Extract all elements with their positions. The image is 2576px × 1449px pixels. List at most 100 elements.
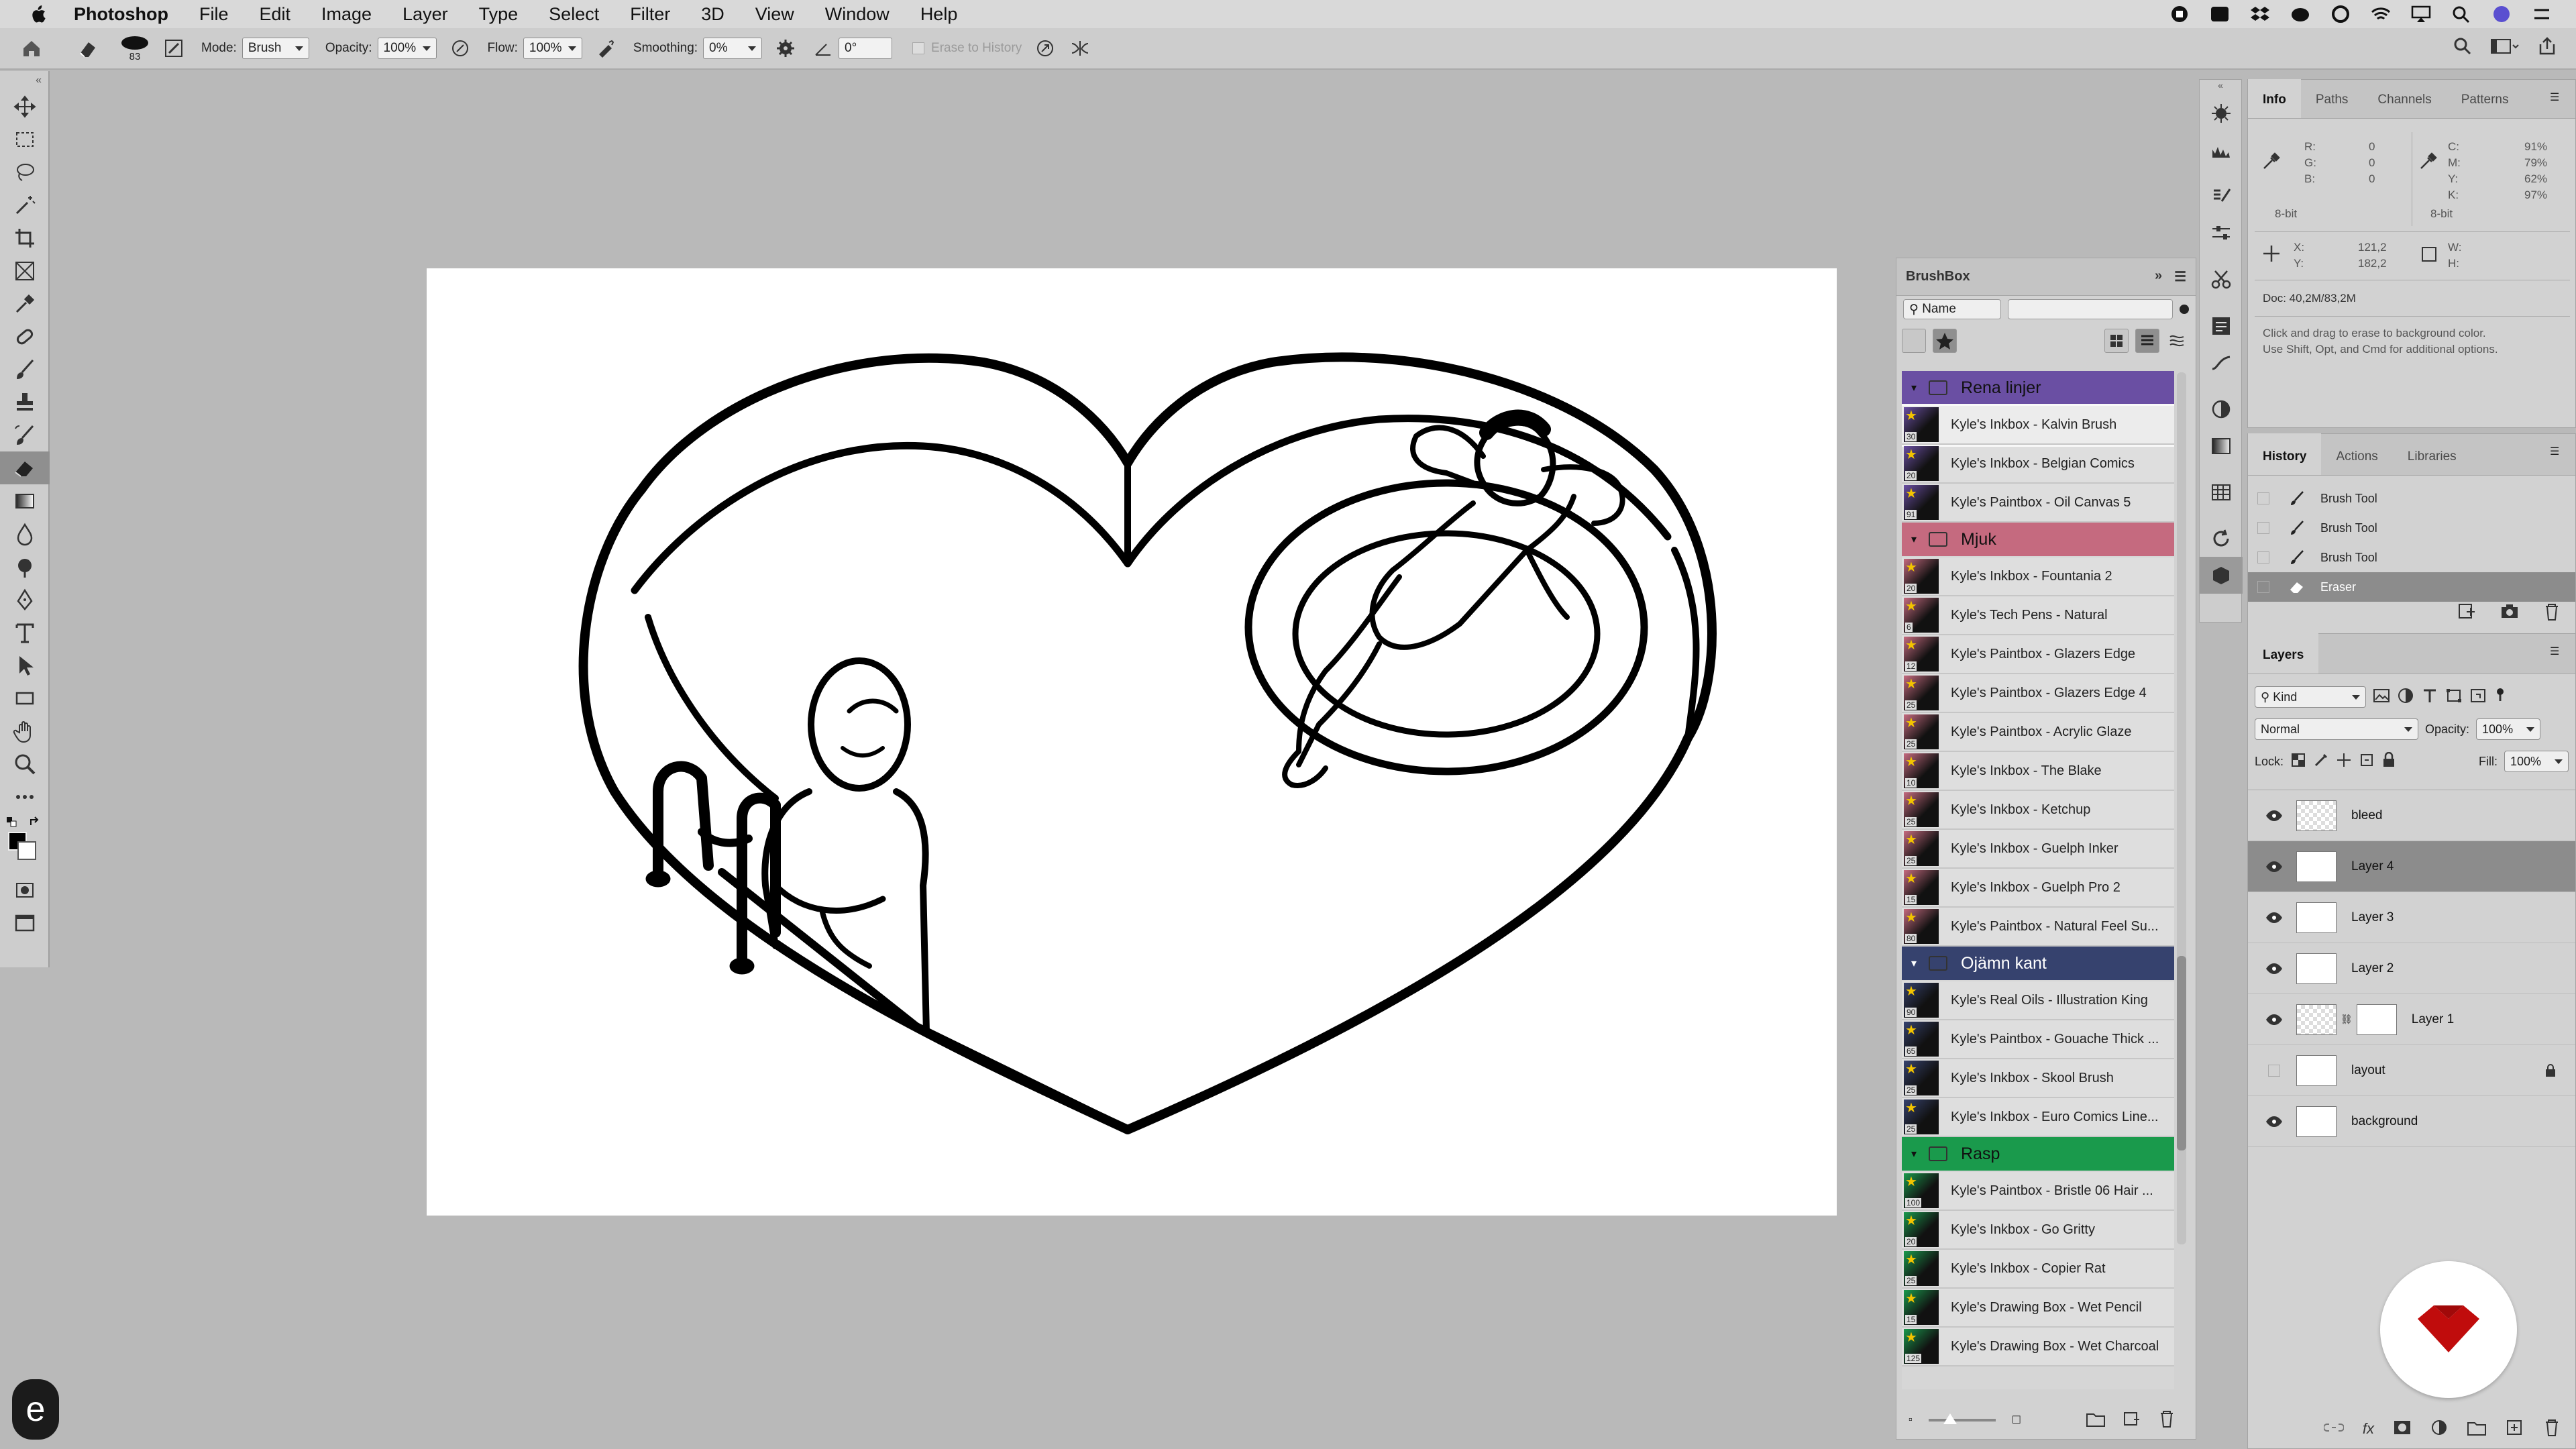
scissors-icon[interactable] <box>2200 261 2243 298</box>
3d-cube-icon[interactable] <box>2200 557 2243 594</box>
opacity-input[interactable]: 100% <box>377 38 437 59</box>
new-layer-icon[interactable] <box>2506 1419 2524 1440</box>
adjustments-sliders-icon[interactable] <box>2200 215 2243 252</box>
brush-item[interactable]: ★ 30 Kyle's Inkbox - Kalvin Brush <box>1902 404 2174 447</box>
menu-type[interactable]: Type <box>479 4 519 25</box>
strip-collapse-icon[interactable]: « <box>2200 80 2241 95</box>
history-item[interactable]: Brush Tool <box>2248 513 2575 543</box>
share-icon[interactable] <box>2537 36 2557 60</box>
layer-opacity-input[interactable]: 100% <box>2476 718 2541 740</box>
gear-status-icon[interactable] <box>2330 5 2351 23</box>
search-icon[interactable] <box>2451 5 2471 23</box>
pen-tool[interactable] <box>0 583 50 616</box>
brush-item[interactable]: ★ 90 Kyle's Real Oils - Illustration King <box>1902 981 2174 1020</box>
menu-window[interactable]: Window <box>825 4 890 25</box>
history-delete-icon[interactable] <box>2543 602 2561 625</box>
link-layers-icon[interactable] <box>2322 1419 2345 1439</box>
path-select-tool[interactable] <box>0 649 50 682</box>
default-colors-icon[interactable] <box>5 816 30 840</box>
dodge-tool[interactable] <box>0 550 50 583</box>
magic-wand-tool[interactable] <box>0 189 50 221</box>
eye-icon[interactable] <box>2265 1116 2283 1128</box>
brush-group-header[interactable]: ▾ Rena linjer <box>1902 371 2174 405</box>
eye-icon[interactable] <box>2265 912 2283 924</box>
swap-colors-icon[interactable] <box>28 816 52 840</box>
layer-row[interactable]: Layer 3 <box>2248 892 2575 943</box>
eye-icon[interactable] <box>2265 861 2283 873</box>
workspace-icon[interactable] <box>2490 36 2520 60</box>
siri-icon[interactable] <box>2491 5 2512 23</box>
wifi-icon[interactable] <box>2371 5 2391 23</box>
angle-input[interactable]: 0° <box>839 38 893 59</box>
flow-input[interactable]: 100% <box>523 38 582 59</box>
lock-all-icon[interactable] <box>2381 751 2396 771</box>
fx-icon[interactable]: fx <box>2363 1420 2374 1438</box>
brush-group-header[interactable]: ▾ Mjuk <box>1902 523 2174 556</box>
new-brush-icon[interactable] <box>2122 1410 2142 1431</box>
layer-row[interactable]: background <box>2248 1096 2575 1147</box>
brush-item[interactable]: ★ 125 Kyle's Drawing Box - Wet Charcoal <box>1902 1328 2174 1366</box>
history-item-selected[interactable]: Eraser <box>2248 572 2575 602</box>
zoom-tool[interactable] <box>0 747 50 780</box>
zoom-large-icon[interactable]: ☐ <box>2012 1413 2021 1427</box>
menu-help[interactable]: Help <box>920 4 958 25</box>
chevron-down-icon[interactable]: ▾ <box>1911 1147 1917 1161</box>
history-snapshot-checkbox[interactable] <box>2257 522 2269 534</box>
delete-icon[interactable] <box>2158 1409 2176 1432</box>
brush-item[interactable]: ★ 6 Kyle's Tech Pens - Natural <box>1902 596 2174 635</box>
brush-item[interactable]: ★ 10 Kyle's Inkbox - The Blake <box>1902 752 2174 791</box>
layer-row[interactable]: Layer 2 <box>2248 943 2575 994</box>
brush-item[interactable]: ★ 15 Kyle's Inkbox - Guelph Pro 2 <box>1902 869 2174 908</box>
blend-mode-select[interactable]: Normal <box>2255 718 2418 740</box>
lasso-tool[interactable] <box>0 156 50 189</box>
pressure-size-icon[interactable] <box>1034 37 1057 60</box>
info-panel-menu-icon[interactable]: ☰ <box>2550 91 2567 104</box>
brush-item[interactable]: ★ 25 Kyle's Inkbox - Euro Comics Line... <box>1902 1098 2174 1137</box>
brush-tool[interactable] <box>0 353 50 386</box>
menu-view[interactable]: View <box>755 4 794 25</box>
sort-select[interactable]: ⚲ Name <box>1903 299 2001 319</box>
healing-tool[interactable] <box>0 320 50 353</box>
menu-3d[interactable]: 3D <box>701 4 724 25</box>
favorites-star-icon[interactable] <box>1933 329 1957 353</box>
brush-item[interactable]: ★ 65 Kyle's Paintbox - Gouache Thick ... <box>1902 1020 2174 1059</box>
properties-icon[interactable] <box>2200 307 2243 344</box>
brush-profile-icon[interactable] <box>2200 344 2243 381</box>
tab-patterns[interactable]: Patterns <box>2447 93 2524 118</box>
tab-info[interactable]: Info <box>2248 79 2301 118</box>
home-icon[interactable] <box>20 37 43 60</box>
history-panel-menu-icon[interactable]: ☰ <box>2550 445 2567 458</box>
delete-layer-icon[interactable] <box>2543 1418 2561 1440</box>
menu-select[interactable]: Select <box>549 4 599 25</box>
eye-icon[interactable] <box>2265 963 2283 975</box>
menu-app-name[interactable]: Photoshop <box>74 4 168 25</box>
brush-settings-panel-icon[interactable] <box>2200 95 2243 131</box>
brush-item[interactable]: ★ 25 Kyle's Paintbox - Glazers Edge 4 <box>1902 674 2174 713</box>
smoothing-input[interactable]: 0% <box>703 38 763 59</box>
brush-group-header[interactable]: ▾ Rasp <box>1902 1137 2174 1171</box>
tab-actions[interactable]: Actions <box>2321 449 2392 475</box>
eraser-preset-icon[interactable] <box>76 37 99 60</box>
crop-tool[interactable] <box>0 221 50 254</box>
layer-row[interactable]: Layer 4 <box>2248 841 2575 892</box>
screen-icon[interactable] <box>2210 5 2230 23</box>
type-tool[interactable] <box>0 616 50 649</box>
tab-paths[interactable]: Paths <box>2301 93 2363 118</box>
new-folder-icon[interactable] <box>2086 1410 2106 1431</box>
eraser-tool[interactable] <box>0 451 50 484</box>
brush-item[interactable]: ★ 25 Kyle's Inkbox - Ketchup <box>1902 791 2174 830</box>
document-canvas[interactable] <box>427 268 1837 1216</box>
history-item[interactable]: Brush Tool <box>2248 543 2575 572</box>
brush-item[interactable]: ★ 12 Kyle's Paintbox - Glazers Edge <box>1902 635 2174 674</box>
chevron-down-icon[interactable]: ▾ <box>1911 957 1917 970</box>
gradient-tool[interactable] <box>0 484 50 517</box>
toolbar-collapse-icon[interactable]: « <box>0 71 48 90</box>
chevron-down-icon[interactable]: ▾ <box>1911 381 1917 394</box>
brushes-panel-icon[interactable] <box>2200 131 2243 168</box>
zoom-small-icon[interactable]: ▫ <box>1909 1414 1913 1426</box>
filter-smart-object-icon[interactable] <box>2469 688 2487 707</box>
new-group-icon[interactable] <box>2467 1419 2487 1440</box>
hand-tool[interactable] <box>0 714 50 747</box>
dropbox-icon[interactable] <box>2250 5 2270 23</box>
tab-channels[interactable]: Channels <box>2363 93 2446 118</box>
